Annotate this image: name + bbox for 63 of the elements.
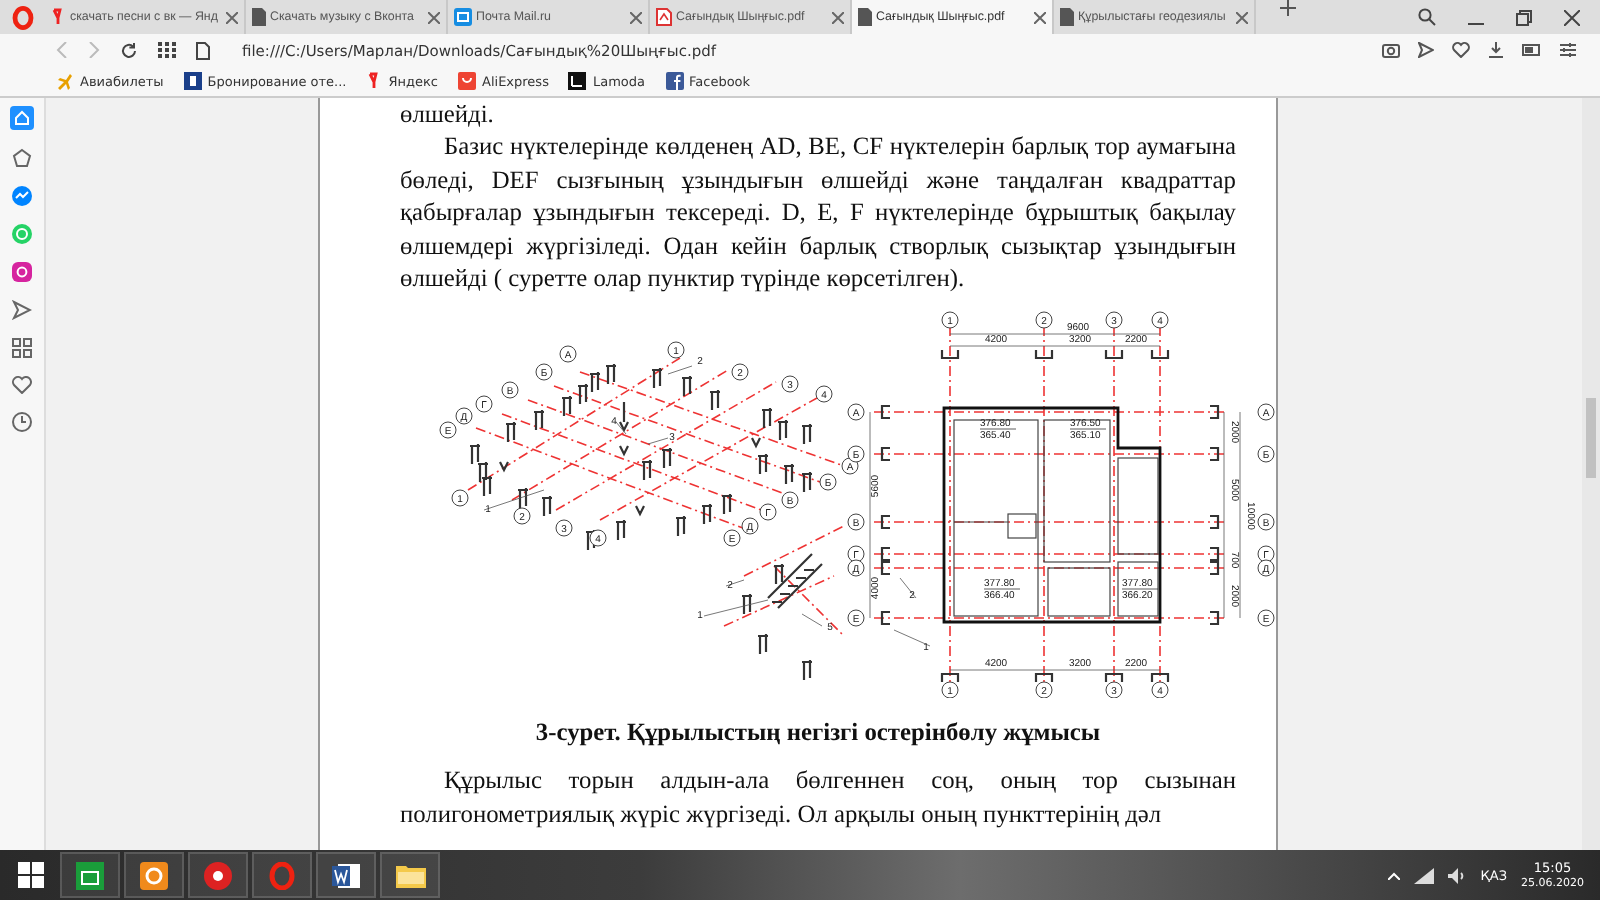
heart-icon[interactable] (1452, 42, 1470, 58)
leader-line (893, 630, 931, 648)
leader-line (483, 490, 545, 512)
document-icon (858, 8, 872, 26)
text-line: өлшейді. (400, 98, 496, 131)
store-icon[interactable] (76, 861, 104, 889)
shopping-bag-icon (458, 72, 477, 90)
grid-icon[interactable] (12, 338, 32, 358)
close-icon[interactable] (630, 11, 642, 23)
text-line: полигонометриялық жүріс жүргізеді. Ол арқылы оның пункттерінің дәл (400, 797, 1164, 831)
reload-icon[interactable] (120, 41, 138, 59)
leader-line (667, 366, 693, 376)
text-line: өлшемдері жүргізіледі. Одан кейін барлық створлық сызықтар ұзындығын (400, 229, 1236, 263)
close-icon[interactable] (1236, 11, 1248, 23)
leader-line (615, 422, 627, 436)
grid-icon[interactable] (158, 42, 176, 58)
dashed-axis-lines (723, 526, 845, 638)
plane-icon (56, 72, 74, 90)
document-icon (1060, 8, 1074, 26)
document-icon (252, 8, 266, 26)
camera-icon[interactable] (1382, 42, 1400, 58)
page-icon (196, 41, 210, 59)
leader-line (647, 438, 669, 446)
leader-line (899, 578, 917, 600)
battery-icon[interactable] (1522, 44, 1542, 56)
survey-stakes-drawing (740, 563, 814, 682)
send-icon[interactable] (12, 300, 32, 320)
scrollbar[interactable] (1582, 98, 1600, 850)
pdf-icon (656, 8, 672, 26)
close-icon[interactable] (428, 11, 440, 23)
leader-line (725, 580, 745, 588)
close-icon[interactable] (832, 11, 844, 23)
restore-icon[interactable] (1516, 9, 1532, 25)
opera-logo-icon[interactable] (11, 5, 33, 29)
home-icon[interactable] (10, 106, 34, 130)
facebook-icon (665, 72, 683, 90)
leader-line (703, 600, 769, 618)
messenger-icon[interactable] (12, 186, 32, 206)
close-icon[interactable] (1564, 9, 1580, 25)
booking-icon (183, 72, 202, 90)
folder-icon[interactable] (395, 862, 425, 888)
heart-icon[interactable] (12, 376, 32, 394)
close-icon[interactable] (1034, 11, 1046, 23)
word-icon[interactable] (332, 861, 360, 889)
text-line: қабырғалар ұзындығын тексереді. D, E, F нүктелерінде бұрыштық бақылау (400, 196, 1236, 230)
mail-icon (454, 8, 472, 26)
close-icon[interactable] (226, 11, 238, 23)
settings-icon[interactable] (1560, 42, 1576, 58)
text-line: Базис нүктелерінде көлденең AD, BE, CF нүктелерін барлық тор аумағына (442, 130, 1236, 164)
clock-icon[interactable] (12, 412, 32, 432)
text-line: өлшейді ( суретте олар пунктир түрінде көрсетілген). (400, 262, 967, 295)
ladder-drawing (766, 553, 824, 610)
text-line: Құрылыс торын алдын-ала бөлгеннен соң, оның тор сызынан (442, 764, 1236, 798)
send-icon[interactable] (1418, 42, 1434, 58)
leader-line (801, 614, 823, 628)
download-icon[interactable] (1488, 42, 1504, 58)
network-icon[interactable] (1414, 867, 1435, 883)
windows-start-icon[interactable] (17, 862, 43, 888)
chevron-up-icon[interactable] (1388, 871, 1401, 879)
text-line: бөледі, DEF сызғының ұзындығын өлшейді және таңдалған квадраттар (400, 163, 1236, 197)
volume-icon[interactable] (1448, 867, 1467, 883)
figure-caption: 3-сурет. Құрылыстың негізгі остерінбөлу жұмысы (533, 718, 1103, 749)
search-icon[interactable] (1418, 8, 1436, 26)
